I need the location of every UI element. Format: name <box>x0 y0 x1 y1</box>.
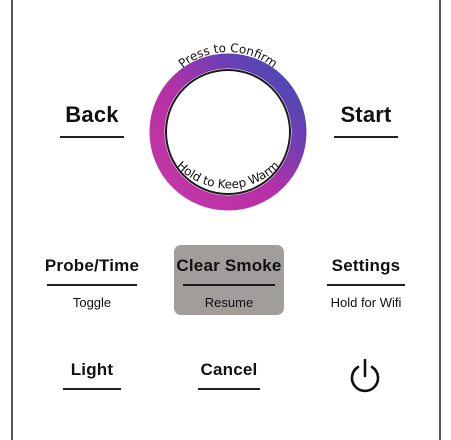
panel-edge-right <box>439 0 441 440</box>
settings-underline <box>327 284 405 286</box>
light-label: Light <box>70 360 114 379</box>
clear-smoke-button[interactable]: Clear Smoke Resume <box>174 256 284 310</box>
probe-time-label: Probe/Time <box>44 256 140 275</box>
power-button[interactable] <box>345 356 385 396</box>
settings-button[interactable]: Settings Hold for Wifi <box>318 256 414 310</box>
panel-edge-left <box>11 0 13 440</box>
cancel-label: Cancel <box>200 360 258 379</box>
light-button[interactable]: Light <box>62 360 122 390</box>
back-underline <box>60 136 124 138</box>
probe-time-sub: Toggle <box>72 295 112 310</box>
power-icon <box>350 358 380 393</box>
start-button[interactable]: Start <box>334 102 398 138</box>
start-underline <box>334 136 398 138</box>
settings-label: Settings <box>331 256 401 275</box>
back-button[interactable]: Back <box>60 102 124 138</box>
clear-smoke-label: Clear Smoke <box>176 256 282 275</box>
probe-time-button[interactable]: Probe/Time Toggle <box>44 256 140 310</box>
settings-sub: Hold for Wifi <box>330 295 402 310</box>
clear-smoke-underline <box>183 284 275 286</box>
light-underline <box>63 388 121 390</box>
clear-smoke-sub: Resume <box>204 295 254 310</box>
back-label: Back <box>65 102 119 127</box>
start-label: Start <box>340 102 392 127</box>
control-dial[interactable]: Press to Confirm Hold to Keep Warm <box>146 24 310 214</box>
cancel-button[interactable]: Cancel <box>196 360 262 390</box>
dial-graphic: Press to Confirm Hold to Keep Warm <box>149 41 307 211</box>
cancel-underline <box>198 388 260 390</box>
probe-time-underline <box>47 284 137 286</box>
